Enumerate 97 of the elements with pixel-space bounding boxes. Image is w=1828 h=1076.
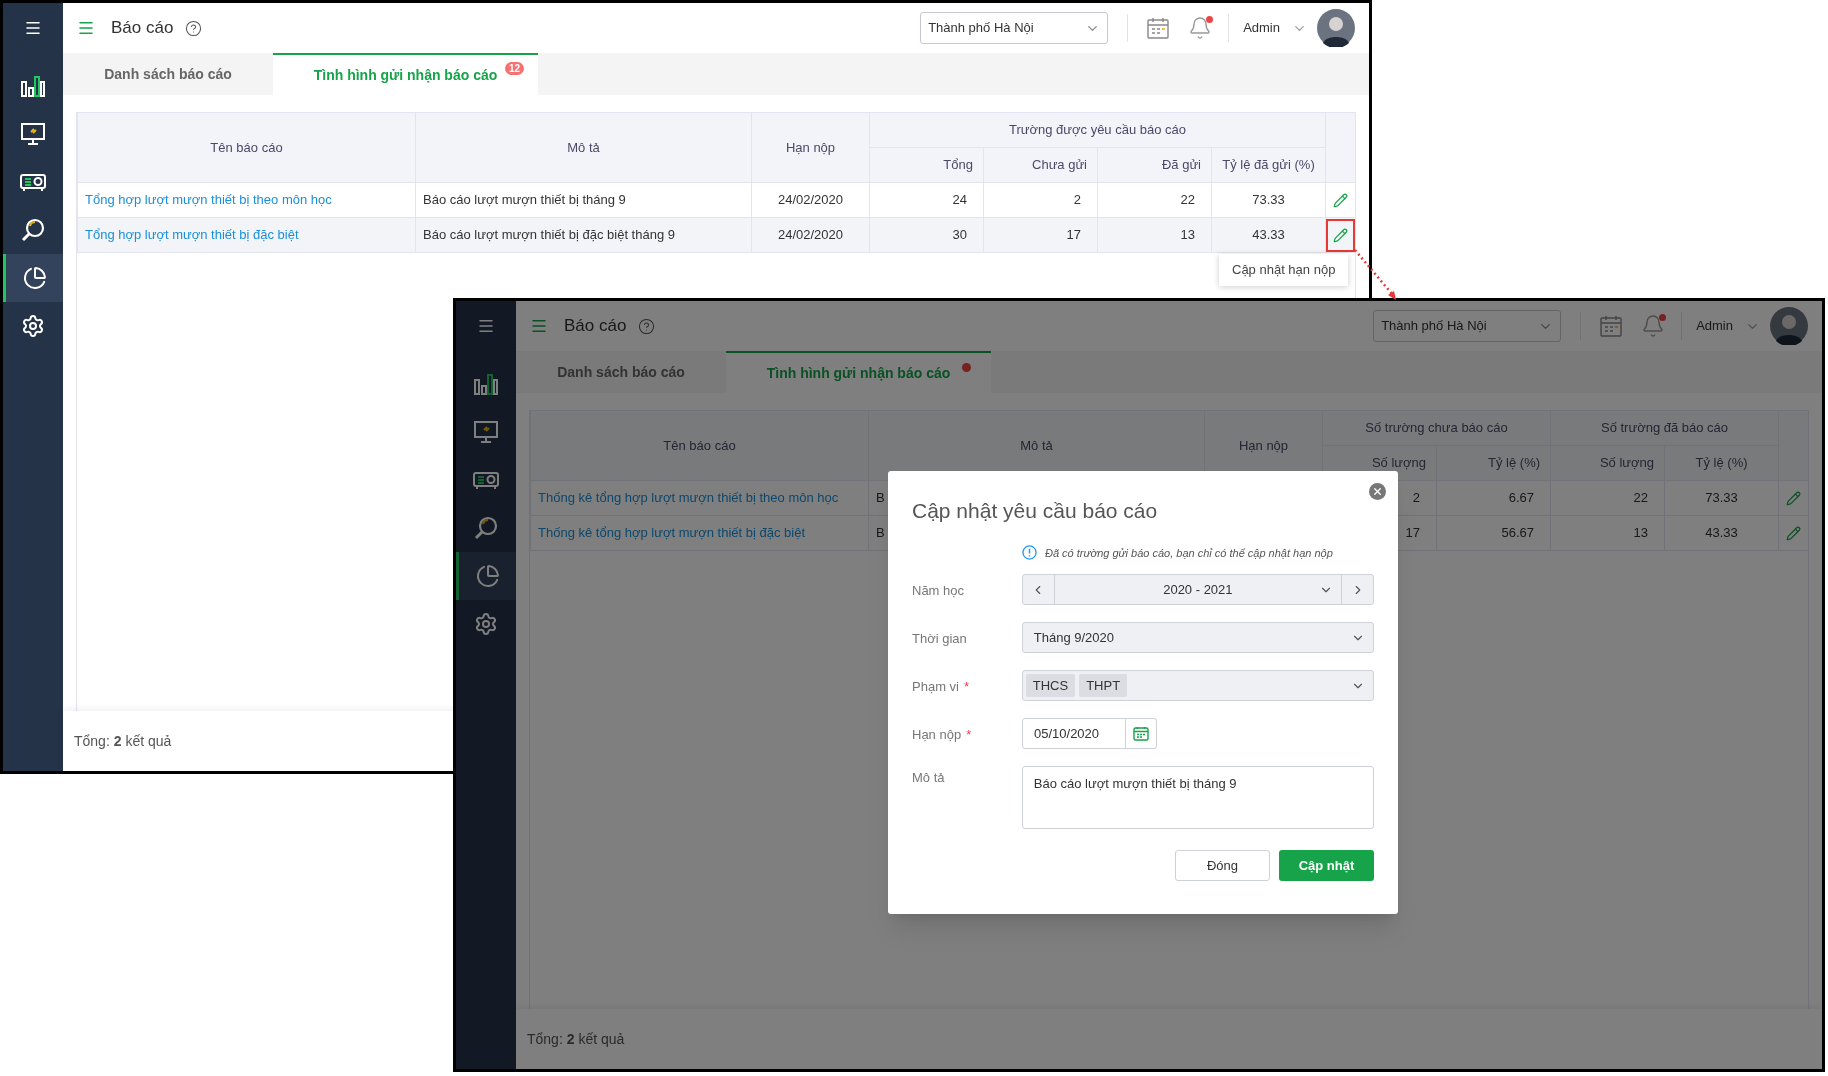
field-label: Phạm vi	[912, 677, 959, 696]
table-cell: 2	[1073, 192, 1081, 208]
table-cell: 43.33	[1705, 525, 1738, 541]
table-cell: 6.67	[1508, 490, 1534, 506]
table-row[interactable]: Tổng hợp lượt mượn thiết bị đặc biệt Báo cáo lượt mượn thiết bị đặc biệt tháng 9 24/02/2020 30 17 13 43.33	[77, 217, 1356, 253]
edit-button[interactable]	[1326, 218, 1355, 252]
info-note: Đã có trường gửi báo cáo, bạn chỉ có thể cập nhật hạn nộp	[1045, 545, 1333, 561]
info-icon	[1022, 545, 1037, 561]
help-icon[interactable]	[185, 19, 203, 37]
description-field[interactable]: Báo cáo lượt mượn thiết bị tháng 9	[1021, 766, 1374, 829]
pencil-icon	[1786, 525, 1801, 541]
dialog-title: Cập nhật yêu cầu báo cáo	[912, 498, 1159, 524]
close-dialog-button[interactable]: Đóng	[1175, 850, 1270, 881]
table-cell: Báo cáo lượt mượn thiết bị đặc biệt tháng 9	[423, 227, 675, 243]
field-label: Mô tả	[912, 769, 945, 787]
column-header: Tỷ lệ (%)	[1436, 445, 1551, 481]
table-cell: B	[876, 525, 885, 541]
result-count: Tổng: 2 kết quả	[527, 1029, 625, 1049]
bell-icon[interactable]	[1188, 16, 1213, 40]
table-cell: 30	[952, 227, 967, 243]
menu-icon[interactable]	[24, 19, 42, 37]
pie-chart-icon	[475, 564, 500, 588]
required-mark: *	[966, 725, 972, 744]
projector-icon	[472, 469, 500, 491]
bar-chart-icon	[20, 74, 46, 98]
column-header: Tỷ lệ (%)	[1664, 445, 1779, 481]
tab[interactable]: Danh sách báo cáo	[63, 53, 273, 95]
bell-icon[interactable]	[1641, 314, 1666, 338]
field-label: Năm học	[912, 581, 965, 600]
close-icon	[1372, 486, 1383, 497]
calendar-icon[interactable]	[1146, 16, 1171, 40]
table-cell: 24/02/2020	[777, 192, 844, 208]
avatar[interactable]	[1317, 9, 1355, 47]
field-label: Thời gian	[912, 629, 967, 648]
user-name[interactable]: Admin	[1696, 316, 1733, 336]
pencil-icon	[1333, 227, 1348, 243]
date-field[interactable]: 05/10/2020	[1022, 718, 1126, 749]
pencil-icon	[1786, 490, 1801, 506]
column-header: Số lượng	[1550, 445, 1665, 481]
table-cell: 73.33	[1252, 192, 1285, 208]
table-cell: B	[876, 490, 885, 506]
monitor-icon	[20, 122, 46, 146]
bar-chart-icon	[473, 372, 499, 396]
table-cell: 13	[1180, 227, 1195, 243]
sidebar-item[interactable]	[3, 254, 63, 302]
column-header: Hạn nộp	[751, 112, 870, 183]
required-mark: *	[963, 677, 970, 696]
calendar-button[interactable]	[1126, 718, 1157, 749]
column-header: Tên báo cáo	[530, 410, 869, 481]
tag: THCS	[1025, 674, 1076, 697]
page-title: Báo cáo	[564, 315, 627, 338]
column-header: Tên báo cáo	[77, 112, 416, 183]
table-row[interactable]: Tổng hợp lượt mượn thiết bị theo môn học Báo cáo lượt mượn thiết bị tháng 9 24/02/2020 24 2 22 73.33	[77, 182, 1356, 218]
calendar-icon[interactable]	[1599, 314, 1624, 338]
search-icon	[473, 515, 499, 541]
column-group-header: Trường được yêu cầu báo cáo	[869, 112, 1326, 148]
table-cell: 22	[1633, 490, 1648, 506]
update-button[interactable]: Cập nhật	[1279, 850, 1374, 881]
settings-icon	[21, 314, 45, 338]
table-cell: Báo cáo lượt mượn thiết bị tháng 9	[423, 192, 626, 208]
field-label: Hạn nộp	[912, 725, 962, 744]
table-cell: 22	[1180, 192, 1195, 208]
projector-icon	[19, 171, 47, 193]
column-group-header: Số trường chưa báo cáo	[1322, 410, 1551, 446]
user-name[interactable]: Admin	[1243, 18, 1280, 38]
tab[interactable]: Danh sách báo cáo	[516, 351, 726, 393]
region-select[interactable]: Thành phố Hà Nội	[920, 12, 1109, 44]
table-cell: 13	[1633, 525, 1648, 541]
tag: THPT	[1079, 674, 1128, 697]
pencil-icon	[1333, 192, 1348, 208]
column-group-header: Số trường đã báo cáo	[1550, 410, 1779, 446]
table-cell: 43.33	[1252, 227, 1285, 243]
result-count: Tổng: 2 kết quả	[74, 731, 172, 751]
monitor-icon	[473, 420, 499, 444]
region-select[interactable]: Thành phố Hà Nội	[1373, 310, 1562, 342]
table-cell: 24/02/2020	[777, 227, 844, 243]
table-cell: 17	[1066, 227, 1081, 243]
help-icon[interactable]	[638, 317, 656, 335]
column-header: Đã gửi	[1097, 147, 1212, 183]
table-cell: 24	[952, 192, 967, 208]
count-badge: 12	[504, 62, 524, 75]
table-cell: 17	[1405, 525, 1420, 541]
search-icon	[20, 217, 46, 243]
pie-chart-icon	[22, 266, 47, 290]
column-header: Mô tả	[415, 112, 752, 183]
calendar-icon	[1133, 726, 1149, 741]
table-cell: 73.33	[1705, 490, 1738, 506]
column-header: Tỷ lệ đã gửi (%)	[1211, 147, 1326, 183]
table-cell: 2	[1412, 490, 1420, 506]
tab[interactable]: Tình hình gửi nhận báo cáo 12	[273, 53, 538, 95]
settings-icon	[474, 612, 498, 636]
table-cell: 56.67	[1501, 525, 1534, 541]
close-button[interactable]	[1369, 483, 1386, 500]
column-header: Tổng	[869, 147, 984, 183]
column-header: Chưa gửi	[983, 147, 1098, 183]
page-title: Báo cáo	[111, 17, 174, 40]
tooltip: Cập nhật hạn nộp	[1219, 254, 1349, 286]
